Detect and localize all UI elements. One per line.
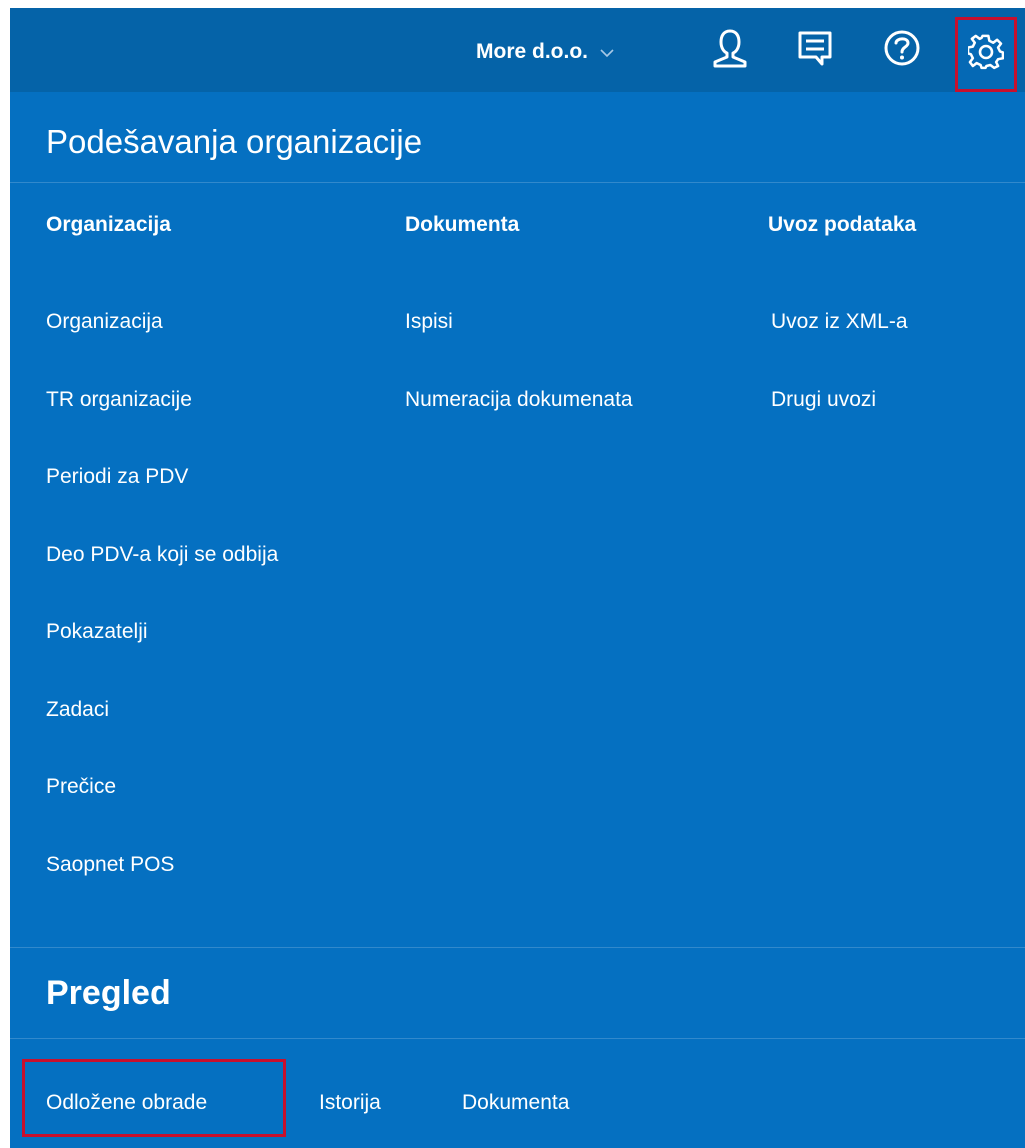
menu-link-zadaci[interactable]: Zadaci (46, 698, 109, 722)
company-name: More d.o.o. (476, 40, 588, 63)
menu-link-deo-pdv-odbija[interactable]: Deo PDV-a koji se odbija (46, 543, 278, 567)
divider (10, 1038, 1025, 1039)
divider (10, 182, 1025, 183)
menu-link-numeracija-dokumenata[interactable]: Numeracija dokumenata (405, 388, 633, 412)
top-bar: More d.o.o. (10, 8, 1025, 92)
menu-link-istorija[interactable]: Istorija (319, 1091, 381, 1115)
user-icon[interactable] (706, 24, 754, 72)
menu-link-pokazatelji[interactable]: Pokazatelji (46, 620, 148, 644)
column-heading-dokumenta: Dokumenta (405, 213, 520, 236)
gear-icon (966, 34, 1005, 75)
divider (10, 947, 1025, 948)
settings-gear-button[interactable] (955, 17, 1017, 92)
highlight-frame (22, 1059, 286, 1137)
company-selector[interactable]: More d.o.o. (476, 36, 614, 68)
section-title-pregled: Pregled (46, 974, 171, 1012)
menu-link-uvoz-iz-xml[interactable]: Uvoz iz XML-a (771, 310, 908, 334)
messages-icon[interactable] (791, 24, 839, 72)
section-title-organization-settings: Podešavanja organizacije (46, 123, 423, 160)
menu-link-tr-organizacije[interactable]: TR organizacije (46, 388, 192, 412)
settings-menu-panel: More d.o.o. Podešavanja organizacije Org… (10, 8, 1025, 1148)
chevron-down-icon (600, 40, 614, 64)
menu-link-dokumenta[interactable]: Dokumenta (462, 1091, 569, 1115)
menu-link-organizacija[interactable]: Organizacija (46, 310, 163, 334)
menu-link-periodi-za-pdv[interactable]: Periodi za PDV (46, 465, 188, 489)
menu-link-precice[interactable]: Prečice (46, 775, 116, 799)
column-heading-organizacija: Organizacija (46, 213, 171, 236)
menu-link-ispisi[interactable]: Ispisi (405, 310, 453, 334)
menu-link-drugi-uvozi[interactable]: Drugi uvozi (771, 388, 876, 412)
column-heading-uvoz-podataka: Uvoz podataka (768, 213, 917, 236)
help-icon[interactable] (878, 24, 926, 72)
menu-link-saopnet-pos[interactable]: Saopnet POS (46, 853, 174, 877)
